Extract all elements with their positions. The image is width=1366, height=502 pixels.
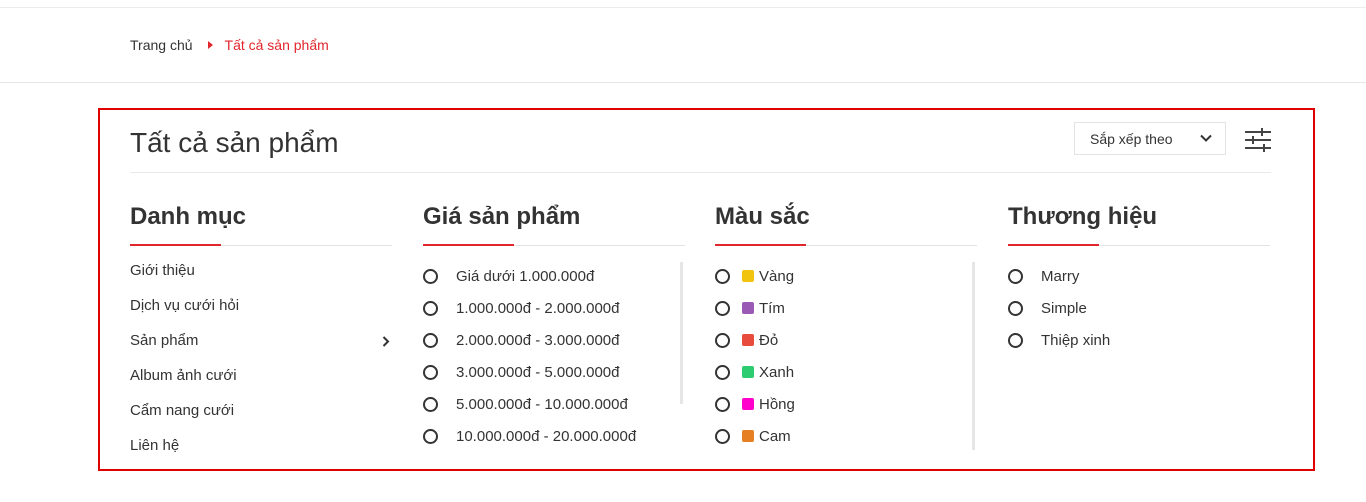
color-option[interactable]: Hồng <box>715 388 977 420</box>
price-option[interactable]: 1.000.000đ - 2.000.000đ <box>423 292 685 324</box>
page-title: Tất cả sản phẩm <box>130 127 339 158</box>
color-option[interactable]: Đỏ <box>715 324 977 356</box>
category-item[interactable]: Giới thiệu <box>130 259 392 294</box>
color-option[interactable]: Vàng <box>715 260 977 292</box>
brand-option-label: Marry <box>1041 267 1080 285</box>
price-column: Giá sản phẩm Giá dưới 1.000.000đ 1.000.0… <box>423 203 685 452</box>
category-item[interactable]: Cẩm nang cưới <box>130 399 392 434</box>
price-option[interactable]: 5.000.000đ - 10.000.000đ <box>423 388 685 420</box>
radio-button[interactable] <box>423 396 438 412</box>
category-item[interactable]: Liên hệ <box>130 434 392 469</box>
price-option-label: 3.000.000đ - 5.000.000đ <box>456 363 620 381</box>
chevron-down-icon <box>1200 134 1212 142</box>
breadcrumb-current: Tất cả sản phẩm <box>224 37 329 53</box>
color-option[interactable]: Tím <box>715 292 977 324</box>
category-item-label: Giới thiệu <box>130 262 195 279</box>
price-heading-text: Giá sản phẩm <box>423 203 581 230</box>
category-item-label: Liên hệ <box>130 437 180 454</box>
filter-panel: Tất cả sản phẩm Sắp xếp theo Danh mục Gi… <box>98 108 1315 471</box>
heading-underline <box>423 244 514 246</box>
color-swatch <box>742 270 754 282</box>
category-item[interactable]: Album ảnh cưới <box>130 364 392 399</box>
brand-options: Marry Simple Thiệp xinh <box>1008 260 1270 356</box>
color-heading: Màu sắc <box>715 203 977 246</box>
radio-button[interactable] <box>715 364 730 380</box>
color-options: Vàng Tím Đỏ Xanh Hồng Cam <box>715 260 977 452</box>
price-option[interactable]: 10.000.000đ - 20.000.000đ <box>423 420 685 452</box>
color-heading-text: Màu sắc <box>715 203 810 230</box>
color-column: Màu sắc Vàng Tím Đỏ Xanh Hồng Cam <box>715 203 977 452</box>
heading-underline <box>715 244 806 246</box>
category-item-label: Dịch vụ cưới hỏi <box>130 297 240 314</box>
category-item-label: Album ảnh cưới <box>130 367 237 384</box>
brand-heading-text: Thương hiệu <box>1008 203 1158 230</box>
radio-button[interactable] <box>423 268 438 284</box>
radio-button[interactable] <box>715 268 730 284</box>
price-option-label: 5.000.000đ - 10.000.000đ <box>456 395 628 413</box>
color-option[interactable]: Xanh <box>715 356 977 388</box>
radio-button[interactable] <box>715 300 730 316</box>
radio-button[interactable] <box>715 428 730 444</box>
chevron-right-icon[interactable] <box>382 336 390 347</box>
sort-dropdown-label: Sắp xếp theo <box>1090 130 1173 147</box>
brand-option[interactable]: Thiệp xinh <box>1008 324 1270 356</box>
radio-button[interactable] <box>1008 300 1023 316</box>
brand-option[interactable]: Simple <box>1008 292 1270 324</box>
radio-button[interactable] <box>715 332 730 348</box>
heading-underline <box>1008 244 1099 246</box>
category-item[interactable]: Dịch vụ cưới hỏi <box>130 294 392 329</box>
color-option-label: Đỏ <box>759 331 779 349</box>
category-list: Giới thiệu Dịch vụ cưới hỏi Sản phẩm Alb… <box>130 259 392 469</box>
category-item[interactable]: Sản phẩm <box>130 329 392 364</box>
color-swatch <box>742 430 754 442</box>
price-option[interactable]: Giá dưới 1.000.000đ <box>423 260 685 292</box>
color-option[interactable]: Cam <box>715 420 977 452</box>
color-option-label: Vàng <box>759 267 795 285</box>
radio-button[interactable] <box>715 396 730 412</box>
breadcrumb-bar: Trang chủ Tất cả sản phẩm <box>0 8 1366 83</box>
breadcrumb: Trang chủ Tất cả sản phẩm <box>130 37 329 53</box>
color-option-label: Xanh <box>759 363 795 381</box>
heading-underline <box>130 244 221 246</box>
color-scrollbar[interactable] <box>972 262 975 450</box>
brand-option[interactable]: Marry <box>1008 260 1270 292</box>
radio-button[interactable] <box>423 300 438 316</box>
brand-column: Thương hiệu Marry Simple Thiệp xinh <box>1008 203 1270 356</box>
color-option-label: Hồng <box>759 395 795 413</box>
radio-button[interactable] <box>1008 332 1023 348</box>
sort-dropdown[interactable]: Sắp xếp theo <box>1074 122 1226 155</box>
brand-option-label: Thiệp xinh <box>1041 331 1111 349</box>
caret-right-icon <box>207 41 213 49</box>
price-option-label: 10.000.000đ - 20.000.000đ <box>456 427 637 445</box>
category-heading: Danh mục <box>130 203 392 246</box>
radio-button[interactable] <box>423 332 438 348</box>
category-heading-text: Danh mục <box>130 203 247 230</box>
color-option-label: Tím <box>759 299 785 317</box>
radio-button[interactable] <box>423 364 438 380</box>
price-scrollbar[interactable] <box>680 262 683 404</box>
brand-heading: Thương hiệu <box>1008 203 1270 246</box>
price-option[interactable]: 2.000.000đ - 3.000.000đ <box>423 324 685 356</box>
header-divider <box>130 172 1271 173</box>
radio-button[interactable] <box>423 428 438 444</box>
price-option[interactable]: 3.000.000đ - 5.000.000đ <box>423 356 685 388</box>
color-swatch <box>742 366 754 378</box>
filter-sliders-icon[interactable] <box>1245 128 1271 152</box>
category-item-label: Sản phẩm <box>130 332 199 349</box>
price-option-label: 1.000.000đ - 2.000.000đ <box>456 299 620 317</box>
color-swatch <box>742 398 754 410</box>
color-swatch <box>742 334 754 346</box>
price-option-label: 2.000.000đ - 3.000.000đ <box>456 331 620 349</box>
color-swatch <box>742 302 754 314</box>
category-column: Danh mục Giới thiệu Dịch vụ cưới hỏi Sản… <box>130 203 392 469</box>
breadcrumb-home-link[interactable]: Trang chủ <box>130 37 193 53</box>
category-item-label: Cẩm nang cưới <box>130 402 235 419</box>
price-heading: Giá sản phẩm <box>423 203 685 246</box>
brand-option-label: Simple <box>1041 299 1087 317</box>
price-option-label: Giá dưới 1.000.000đ <box>456 267 595 285</box>
price-options: Giá dưới 1.000.000đ 1.000.000đ - 2.000.0… <box>423 260 685 452</box>
color-option-label: Cam <box>759 427 791 445</box>
radio-button[interactable] <box>1008 268 1023 284</box>
